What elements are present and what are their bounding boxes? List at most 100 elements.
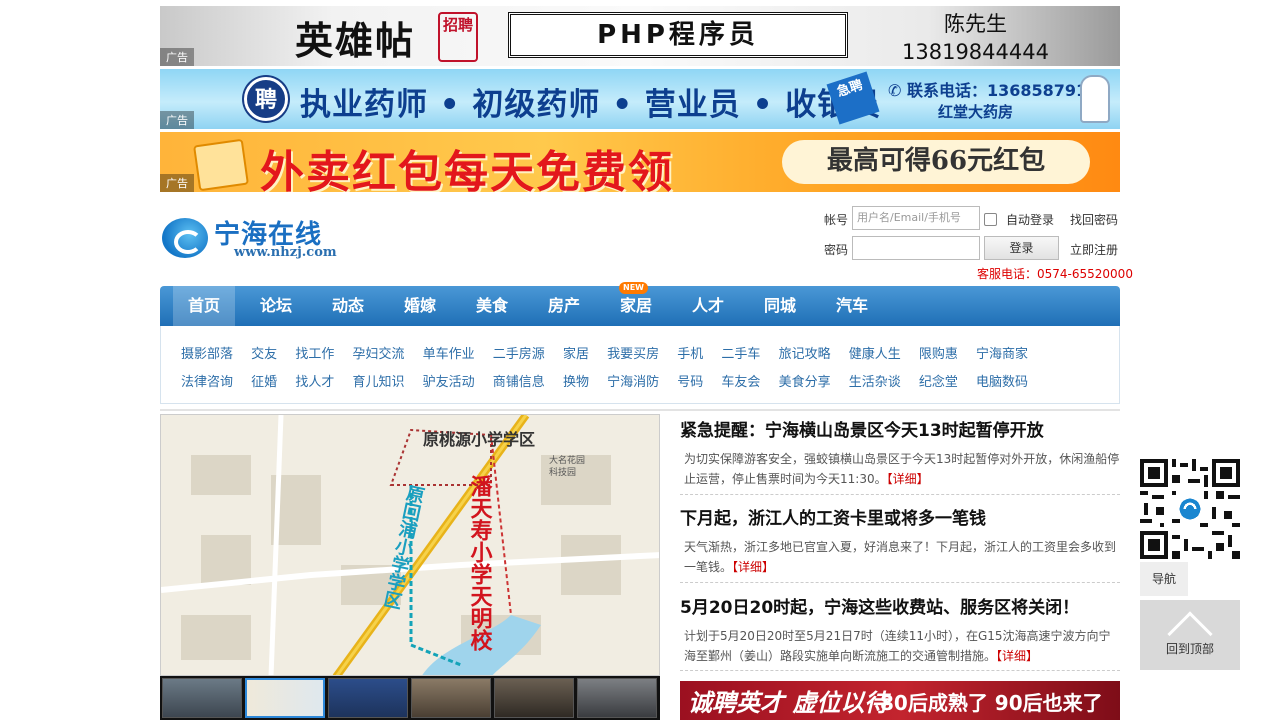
password-input[interactable] (852, 236, 980, 260)
news-title[interactable]: 5月20日20时起，宁海这些收费站、服务区将关闭！ (680, 593, 1120, 618)
ad-tag: 广告 (160, 48, 194, 66)
logo-icon (162, 218, 208, 258)
news-more-link[interactable]: 【详细】 (887, 472, 929, 486)
nav-item-forum[interactable]: 论坛 (245, 286, 307, 326)
news-item: 紧急提醒：宁海横山岛景区今天13时起暂停开放 为切实保障游客安全，强蛟镇横山岛景… (680, 416, 1120, 489)
news-summary-text: 计划于5月20日20时至5月21日7时（连续11小时），在G15沈海高速宁波方向… (684, 629, 1111, 663)
news-title[interactable]: 紧急提醒：宁海横山岛景区今天13时起暂停开放 (680, 416, 1120, 441)
sub-nav-link[interactable]: 单车作业 (423, 343, 475, 362)
ad-tag: 广告 (160, 111, 194, 129)
school-district-map: 原桃源小学学区 原回浦小学学区 潘天寿小学天明校 大名花园 科技园 (161, 415, 659, 675)
sub-nav-link[interactable]: 摄影部落 (181, 343, 233, 362)
nav-item-home[interactable]: 首页 (173, 286, 235, 326)
sub-nav: 摄影部落 交友 找工作 孕妇交流 单车作业 二手房源 家居 我要买房 手机 二手… (160, 326, 1120, 404)
back-to-top-button[interactable]: 回到顶部 (1140, 600, 1240, 670)
ad-roles: 执业药师 • 初级药师 • 营业员 • 收银员 (300, 87, 882, 123)
sub-nav-link[interactable]: 征婚 (251, 371, 277, 390)
news-item: 下月起，浙江人的工资卡里或将多一笔钱 天气渐热，浙江多地已官宣入夏，好消息来了！… (680, 504, 1120, 577)
recruit-ad-banner[interactable]: 诚聘英才 虚位以待 80后成熟了 90后也来了 (680, 681, 1120, 720)
account-label: 帐号 (824, 213, 849, 227)
recruit-ad-left: 诚聘英才 虚位以待 (688, 688, 889, 717)
sub-nav-link[interactable]: 旅记攻略 (779, 343, 831, 362)
sub-nav-link[interactable]: 二手房源 (493, 343, 545, 362)
qr-code-icon (1140, 459, 1240, 559)
nav-item-food[interactable]: 美食 (461, 286, 523, 326)
account-input[interactable]: 用户名/Email/手机号 (852, 206, 980, 230)
sub-nav-link[interactable]: 育儿知识 (352, 371, 404, 390)
thumbnail-4[interactable] (411, 678, 491, 718)
map-label-keji: 科技园 (549, 466, 576, 478)
sub-nav-link[interactable]: 宁海消防 (607, 371, 659, 390)
news-summary: 计划于5月20日20时至5月21日7时（连续11小时），在G15沈海高速宁波方向… (680, 626, 1120, 666)
sub-nav-link[interactable]: 交友 (251, 343, 277, 362)
news-separator (680, 582, 1120, 583)
ad-seal: 招聘 (438, 12, 478, 62)
sub-nav-row-2: 法律咨询 征婚 找人才 育儿知识 驴友活动 商铺信息 换物 宁海消防 号码 车友… (181, 371, 1028, 390)
sub-nav-link[interactable]: 商铺信息 (493, 371, 545, 390)
nav-item-news[interactable]: 动态 (317, 286, 379, 326)
red-packet-bag-icon (193, 138, 249, 192)
sub-nav-link[interactable]: 生活杂谈 (849, 371, 901, 390)
sub-nav-link[interactable]: 我要买房 (607, 343, 659, 362)
sub-nav-link[interactable]: 电脑数码 (976, 371, 1028, 390)
sub-nav-link[interactable]: 孕妇交流 (352, 343, 404, 362)
forgot-password-link[interactable]: 找回密码 (1070, 211, 1118, 228)
ad-job-title: PHP程序员 (508, 12, 848, 58)
sub-nav-link[interactable]: 换物 (563, 371, 589, 390)
sub-nav-link[interactable]: 健康人生 (849, 343, 901, 362)
ad-hero-text: 英雄帖 (295, 18, 416, 63)
sub-nav-link[interactable]: 二手车 (721, 343, 760, 362)
ad-store: 红堂大药房 (938, 103, 1014, 121)
ad-offer: 最高可得66元红包 (782, 140, 1090, 184)
nav-item-wedding[interactable]: 婚嫁 (389, 286, 451, 326)
sub-nav-link[interactable]: 家居 (563, 343, 589, 362)
sub-nav-link[interactable]: 手机 (677, 343, 703, 362)
ad-contact-phone: 13819844444 (902, 40, 1049, 64)
nav-item-auto[interactable]: 汽车 (821, 286, 883, 326)
thumbnail-6[interactable] (577, 678, 657, 718)
side-nav-button[interactable]: 导航 (1140, 562, 1188, 596)
sub-nav-link[interactable]: 纪念堂 (919, 371, 958, 390)
sub-nav-link[interactable]: 驴友活动 (423, 371, 475, 390)
sub-nav-link[interactable]: 车友会 (721, 371, 760, 390)
map-label-taoyuan: 原桃源小学学区 (423, 430, 535, 449)
map-label-daming: 大名花园 (549, 454, 585, 466)
section-divider (160, 409, 1120, 411)
sub-nav-link[interactable]: 号码 (677, 371, 703, 390)
news-more-link[interactable]: 【详细】 (996, 649, 1038, 663)
thumbnail-5[interactable] (494, 678, 574, 718)
auto-login-label[interactable]: 自动登录 (1006, 211, 1054, 228)
nav-item-local[interactable]: 同城 (749, 286, 811, 326)
new-badge: NEW (619, 282, 648, 294)
password-label: 密码 (824, 243, 849, 257)
back-to-top-label: 回到顶部 (1165, 642, 1214, 656)
register-link[interactable]: 立即注册 (1070, 241, 1118, 258)
auto-login-checkbox[interactable] (984, 213, 997, 226)
thumbnail-2-selected[interactable] (245, 678, 325, 718)
thumbnail-3[interactable] (328, 678, 408, 718)
ad-contact-name: 陈先生 (943, 12, 1007, 36)
banner-ad-takeout-coupon[interactable]: 外卖红包每天免费领 最高可得66元红包 广告 (160, 132, 1120, 192)
sub-nav-link[interactable]: 找工作 (295, 343, 334, 362)
sub-nav-link[interactable]: 找人才 (295, 371, 334, 390)
sub-nav-link[interactable]: 限购惠 (919, 343, 958, 362)
customer-hotline: 客服电话：0574-65520000 (977, 267, 1133, 281)
sub-nav-link[interactable]: 美食分享 (779, 371, 831, 390)
banner-ad-php-programmer[interactable]: 英雄帖 招聘 PHP程序员 陈先生 13819844444 广告 (160, 6, 1120, 66)
banner-ad-pharmacy[interactable]: 聘 执业药师 • 初级药师 • 营业员 • 收银员 急聘 ✆ 联系电话：1368… (160, 69, 1120, 129)
sub-nav-link[interactable]: 法律咨询 (181, 371, 233, 390)
site-logo[interactable]: 宁海在线 www.nhzj.com (162, 212, 362, 264)
map-label-pan-tianshou: 潘天寿小学天明校 (467, 474, 493, 652)
news-more-link[interactable]: 【详细】 (732, 560, 774, 574)
nav-item-house[interactable]: 房产 (533, 286, 595, 326)
main-nav: 首页 论坛 动态 婚嫁 美食 房产 家居 人才 同城 汽车 NEW (160, 282, 1120, 326)
login-button[interactable]: 登录 (984, 236, 1059, 260)
thumbnail-1[interactable] (162, 678, 242, 718)
slideshow-main-image[interactable]: 原桃源小学学区 原回浦小学学区 潘天寿小学天明校 大名花园 科技园 (160, 414, 660, 676)
logo-url: www.nhzj.com (234, 245, 337, 260)
nav-item-jobs[interactable]: 人才 (677, 286, 739, 326)
ad-headline: 外卖红包每天免费领 (260, 147, 674, 192)
news-title[interactable]: 下月起，浙江人的工资卡里或将多一笔钱 (680, 504, 1120, 529)
sub-nav-link[interactable]: 宁海商家 (976, 343, 1028, 362)
news-item: 5月20日20时起，宁海这些收费站、服务区将关闭！ 计划于5月20日20时至5月… (680, 593, 1120, 666)
